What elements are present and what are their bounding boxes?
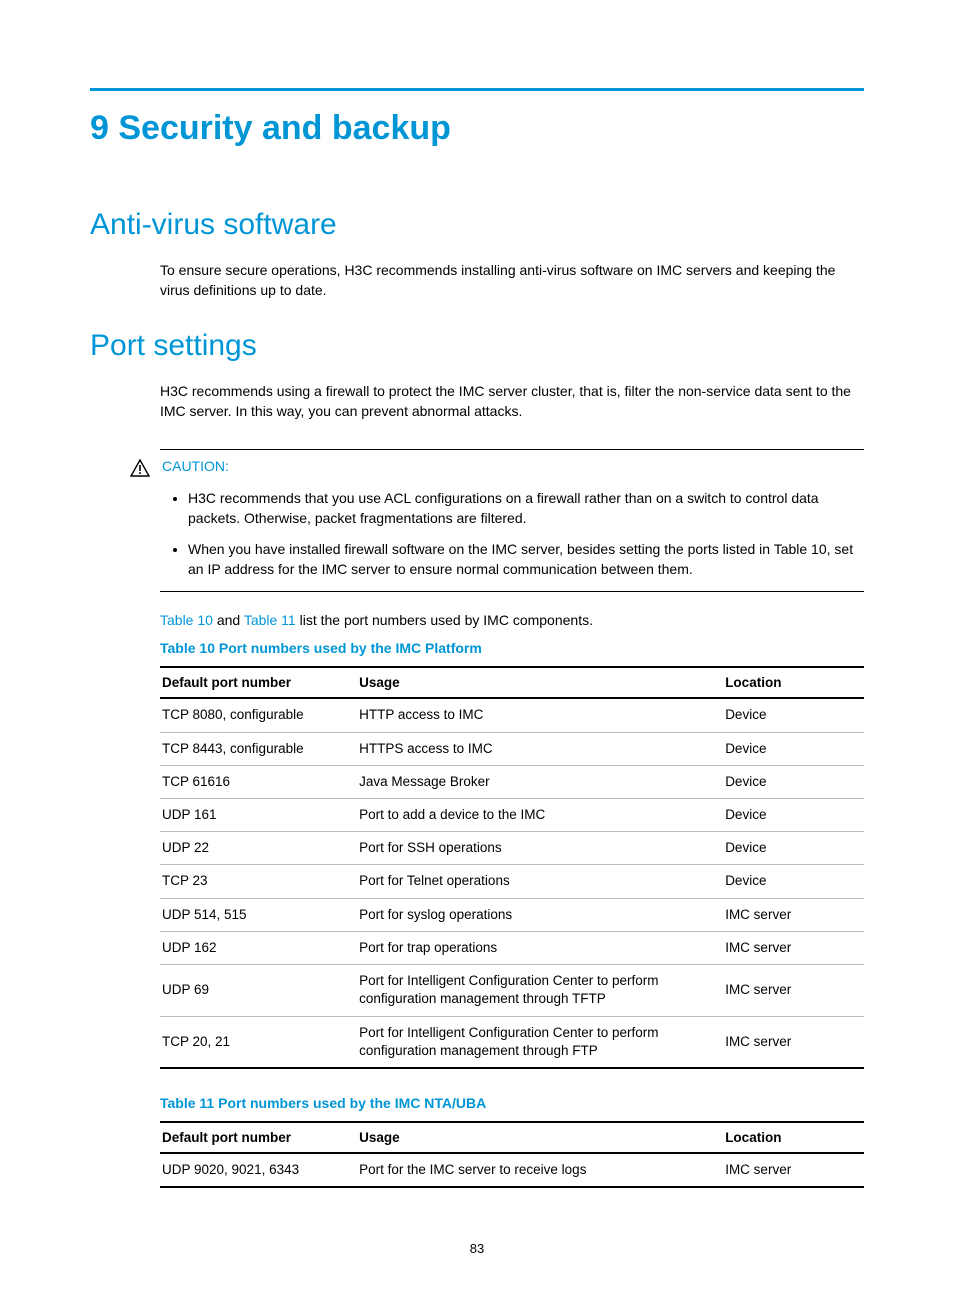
table11-link[interactable]: Table 11 [244, 612, 296, 628]
caution-label: CAUTION: [162, 458, 229, 474]
top-rule [90, 88, 864, 91]
table-cell-location: Device [723, 799, 864, 832]
table-cell-location: IMC server [723, 965, 864, 1016]
portsettings-body: H3C recommends using a firewall to prote… [160, 381, 864, 422]
caution-item: When you have installed firewall softwar… [188, 539, 864, 580]
table10-header-usage: Usage [357, 667, 723, 698]
table-row: TCP 61616Java Message BrokerDevice [160, 765, 864, 798]
caution-item: H3C recommends that you use ACL configur… [188, 488, 864, 529]
table-row: UDP 162Port for trap operationsIMC serve… [160, 931, 864, 964]
table-cell-location: Device [723, 832, 864, 865]
table-row: TCP 8443, configurableHTTPS access to IM… [160, 732, 864, 765]
table11-title: Table 11 Port numbers used by the IMC NT… [160, 1095, 864, 1111]
table-cell-location: IMC server [723, 898, 864, 931]
table11-header-usage: Usage [357, 1122, 723, 1153]
table-cell-usage: Port for SSH operations [357, 832, 723, 865]
table10-link[interactable]: Table 10 [160, 612, 213, 628]
table-cell-port: TCP 23 [160, 865, 357, 898]
table-cell-port: UDP 69 [160, 965, 357, 1016]
table11-header-location: Location [723, 1122, 864, 1153]
section-antivirus-title: Anti-virus software [90, 208, 864, 242]
table-cell-location: IMC server [723, 1153, 864, 1187]
table-cell-port: UDP 161 [160, 799, 357, 832]
table10-header-location: Location [723, 667, 864, 698]
table10-header-port: Default port number [160, 667, 357, 698]
table-row: TCP 20, 21Port for Intelligent Configura… [160, 1016, 864, 1068]
table-row: TCP 23Port for Telnet operationsDevice [160, 865, 864, 898]
table-cell-usage: Port to add a device to the IMC [357, 799, 723, 832]
table-row: UDP 9020, 9021, 6343Port for the IMC ser… [160, 1153, 864, 1187]
table-row: UDP 69Port for Intelligent Configuration… [160, 965, 864, 1016]
table-ref-text: Table 10 and Table 11 list the port numb… [160, 612, 864, 628]
table-cell-usage: Port for syslog operations [357, 898, 723, 931]
table-cell-port: TCP 8080, configurable [160, 698, 357, 732]
ref-rest: list the port numbers used by IMC compon… [296, 612, 593, 628]
table-row: UDP 22Port for SSH operationsDevice [160, 832, 864, 865]
table-cell-usage: Java Message Broker [357, 765, 723, 798]
table-cell-port: TCP 20, 21 [160, 1016, 357, 1068]
table-cell-usage: Port for Intelligent Configuration Cente… [357, 965, 723, 1016]
caution-box: CAUTION: H3C recommends that you use ACL… [160, 449, 864, 592]
table-cell-port: TCP 61616 [160, 765, 357, 798]
table-cell-port: TCP 8443, configurable [160, 732, 357, 765]
table-cell-usage: Port for trap operations [357, 931, 723, 964]
table10: Default port number Usage Location TCP 8… [160, 666, 864, 1069]
table-cell-location: Device [723, 698, 864, 732]
ref-mid: and [213, 612, 244, 628]
page-number: 83 [0, 1241, 954, 1256]
section-portsettings-title: Port settings [90, 329, 864, 363]
table-cell-location: Device [723, 732, 864, 765]
table11-header-port: Default port number [160, 1122, 357, 1153]
table-cell-usage: HTTP access to IMC [357, 698, 723, 732]
caution-icon [130, 459, 156, 482]
table-cell-usage: Port for Telnet operations [357, 865, 723, 898]
table-cell-port: UDP 514, 515 [160, 898, 357, 931]
table11: Default port number Usage Location UDP 9… [160, 1121, 864, 1188]
table10-title: Table 10 Port numbers used by the IMC Pl… [160, 640, 864, 656]
table-row: TCP 8080, configurableHTTP access to IMC… [160, 698, 864, 732]
table-cell-port: UDP 162 [160, 931, 357, 964]
chapter-title: 9 Security and backup [90, 109, 864, 148]
table-cell-location: IMC server [723, 931, 864, 964]
table-cell-usage: Port for Intelligent Configuration Cente… [357, 1016, 723, 1068]
table-row: UDP 514, 515Port for syslog operationsIM… [160, 898, 864, 931]
table-cell-port: UDP 9020, 9021, 6343 [160, 1153, 357, 1187]
table-cell-location: IMC server [723, 1016, 864, 1068]
table-cell-location: Device [723, 865, 864, 898]
table-row: UDP 161Port to add a device to the IMCDe… [160, 799, 864, 832]
table-cell-usage: Port for the IMC server to receive logs [357, 1153, 723, 1187]
table-cell-port: UDP 22 [160, 832, 357, 865]
table-cell-location: Device [723, 765, 864, 798]
antivirus-body: To ensure secure operations, H3C recomme… [160, 260, 864, 301]
table-cell-usage: HTTPS access to IMC [357, 732, 723, 765]
